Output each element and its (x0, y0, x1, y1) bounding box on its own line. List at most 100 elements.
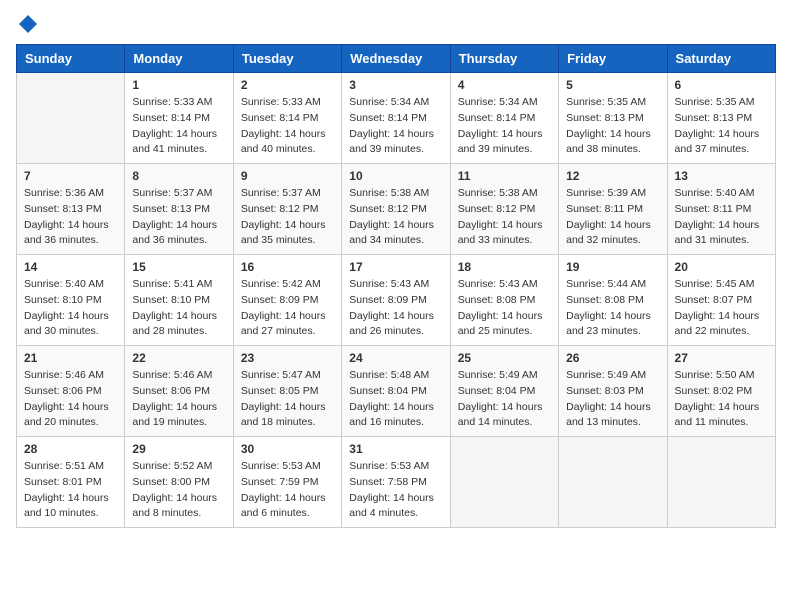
day-info: Sunrise: 5:43 AMSunset: 8:08 PMDaylight:… (458, 277, 551, 340)
sunset-text: Sunset: 8:09 PM (349, 293, 442, 309)
header-day-friday: Friday (559, 45, 667, 73)
sunset-text: Sunset: 8:14 PM (349, 111, 442, 127)
daylight-text: Daylight: 14 hours and 41 minutes. (132, 127, 225, 159)
daylight-text: Daylight: 14 hours and 28 minutes. (132, 309, 225, 341)
sunset-text: Sunset: 8:13 PM (132, 202, 225, 218)
day-info: Sunrise: 5:50 AMSunset: 8:02 PMDaylight:… (675, 368, 768, 431)
sunset-text: Sunset: 8:12 PM (241, 202, 334, 218)
day-info: Sunrise: 5:46 AMSunset: 8:06 PMDaylight:… (24, 368, 117, 431)
day-number: 29 (132, 442, 225, 456)
daylight-text: Daylight: 14 hours and 8 minutes. (132, 491, 225, 523)
daylight-text: Daylight: 14 hours and 14 minutes. (458, 400, 551, 432)
calendar-week-row: 14Sunrise: 5:40 AMSunset: 8:10 PMDayligh… (17, 255, 776, 346)
day-number: 13 (675, 169, 768, 183)
calendar-cell: 15Sunrise: 5:41 AMSunset: 8:10 PMDayligh… (125, 255, 233, 346)
daylight-text: Daylight: 14 hours and 35 minutes. (241, 218, 334, 250)
sunrise-text: Sunrise: 5:43 AM (458, 277, 551, 293)
calendar-week-row: 1Sunrise: 5:33 AMSunset: 8:14 PMDaylight… (17, 73, 776, 164)
sunset-text: Sunset: 7:59 PM (241, 475, 334, 491)
calendar-cell: 20Sunrise: 5:45 AMSunset: 8:07 PMDayligh… (667, 255, 775, 346)
day-number: 30 (241, 442, 334, 456)
sunset-text: Sunset: 8:06 PM (132, 384, 225, 400)
day-number: 10 (349, 169, 442, 183)
day-number: 7 (24, 169, 117, 183)
calendar-cell: 13Sunrise: 5:40 AMSunset: 8:11 PMDayligh… (667, 164, 775, 255)
day-info: Sunrise: 5:53 AMSunset: 7:59 PMDaylight:… (241, 459, 334, 522)
day-number: 19 (566, 260, 659, 274)
sunset-text: Sunset: 8:13 PM (675, 111, 768, 127)
sunset-text: Sunset: 8:14 PM (241, 111, 334, 127)
daylight-text: Daylight: 14 hours and 31 minutes. (675, 218, 768, 250)
calendar-cell: 5Sunrise: 5:35 AMSunset: 8:13 PMDaylight… (559, 73, 667, 164)
day-number: 18 (458, 260, 551, 274)
day-info: Sunrise: 5:49 AMSunset: 8:04 PMDaylight:… (458, 368, 551, 431)
sunrise-text: Sunrise: 5:46 AM (24, 368, 117, 384)
calendar-cell: 25Sunrise: 5:49 AMSunset: 8:04 PMDayligh… (450, 346, 558, 437)
sunrise-text: Sunrise: 5:42 AM (241, 277, 334, 293)
day-info: Sunrise: 5:34 AMSunset: 8:14 PMDaylight:… (458, 95, 551, 158)
sunset-text: Sunset: 8:08 PM (566, 293, 659, 309)
day-number: 15 (132, 260, 225, 274)
sunrise-text: Sunrise: 5:53 AM (241, 459, 334, 475)
daylight-text: Daylight: 14 hours and 22 minutes. (675, 309, 768, 341)
header-day-monday: Monday (125, 45, 233, 73)
daylight-text: Daylight: 14 hours and 26 minutes. (349, 309, 442, 341)
daylight-text: Daylight: 14 hours and 37 minutes. (675, 127, 768, 159)
calendar-cell: 30 Sunrise: 5:53 AMSunset: 7:59 PMDayligh… (233, 437, 341, 528)
day-info: Sunrise: 5:33 AMSunset: 8:14 PMDaylight:… (241, 95, 334, 158)
sunrise-text: Sunrise: 5:40 AM (675, 186, 768, 202)
calendar-cell (559, 437, 667, 528)
header (16, 16, 776, 34)
day-number: 21 (24, 351, 117, 365)
sunrise-text: Sunrise: 5:33 AM (132, 95, 225, 111)
sunrise-text: Sunrise: 5:38 AM (458, 186, 551, 202)
day-info: Sunrise: 5:48 AMSunset: 8:04 PMDaylight:… (349, 368, 442, 431)
sunrise-text: Sunrise: 5:40 AM (24, 277, 117, 293)
calendar-cell: 7Sunrise: 5:36 AMSunset: 8:13 PMDaylight… (17, 164, 125, 255)
daylight-text: Daylight: 14 hours and 19 minutes. (132, 400, 225, 432)
day-info: Sunrise: 5:51 AMSunset: 8:01 PMDaylight:… (24, 459, 117, 522)
sunset-text: Sunset: 8:12 PM (458, 202, 551, 218)
day-info: Sunrise: 5:38 AMSunset: 8:12 PMDaylight:… (349, 186, 442, 249)
daylight-text: Daylight: 14 hours and 11 minutes. (675, 400, 768, 432)
sunset-text: Sunset: 8:13 PM (24, 202, 117, 218)
daylight-text: Daylight: 14 hours and 33 minutes. (458, 218, 551, 250)
day-info: Sunrise: 5:42 AMSunset: 8:09 PMDaylight:… (241, 277, 334, 340)
day-number: 22 (132, 351, 225, 365)
calendar-table: SundayMondayTuesdayWednesdayThursdayFrid… (16, 44, 776, 528)
calendar-cell: 29 Sunrise: 5:52 AMSunset: 8:00 PMDayligh… (125, 437, 233, 528)
day-info: Sunrise: 5:45 AMSunset: 8:07 PMDaylight:… (675, 277, 768, 340)
calendar-header-row: SundayMondayTuesdayWednesdayThursdayFrid… (17, 45, 776, 73)
day-number: 27 (675, 351, 768, 365)
sunrise-text: Sunrise: 5:51 AM (24, 459, 117, 475)
day-number: 3 (349, 78, 442, 92)
header-day-tuesday: Tuesday (233, 45, 341, 73)
sunrise-text: Sunrise: 5:50 AM (675, 368, 768, 384)
calendar-cell: 19Sunrise: 5:44 AMSunset: 8:08 PMDayligh… (559, 255, 667, 346)
header-day-thursday: Thursday (450, 45, 558, 73)
day-number: 16 (241, 260, 334, 274)
calendar-cell: 28Sunrise: 5:51 AMSunset: 8:01 PMDayligh… (17, 437, 125, 528)
sunset-text: Sunset: 8:06 PM (24, 384, 117, 400)
day-info: Sunrise: 5:39 AMSunset: 8:11 PMDaylight:… (566, 186, 659, 249)
header-day-saturday: Saturday (667, 45, 775, 73)
day-info: Sunrise: 5:37 AMSunset: 8:13 PMDaylight:… (132, 186, 225, 249)
logo (16, 16, 38, 34)
day-number: 1 (132, 78, 225, 92)
calendar-cell: 9Sunrise: 5:37 AMSunset: 8:12 PMDaylight… (233, 164, 341, 255)
calendar-cell (17, 73, 125, 164)
daylight-text: Daylight: 14 hours and 4 minutes. (349, 491, 442, 523)
daylight-text: Daylight: 14 hours and 39 minutes. (349, 127, 442, 159)
day-number: 26 (566, 351, 659, 365)
day-info: Sunrise: 5:35 AMSunset: 8:13 PMDaylight:… (675, 95, 768, 158)
daylight-text: Daylight: 14 hours and 25 minutes. (458, 309, 551, 341)
calendar-cell: 17Sunrise: 5:43 AMSunset: 8:09 PMDayligh… (342, 255, 450, 346)
day-info: Sunrise: 5:33 AMSunset: 8:14 PMDaylight:… (132, 95, 225, 158)
calendar-cell: 21 Sunrise: 5:46 AMSunset: 8:06 PMDayligh… (17, 346, 125, 437)
sunrise-text: Sunrise: 5:52 AM (132, 459, 225, 475)
sunrise-text: Sunrise: 5:35 AM (566, 95, 659, 111)
day-info: Sunrise: 5:52 AMSunset: 8:00 PMDaylight:… (132, 459, 225, 522)
sunrise-text: Sunrise: 5:49 AM (566, 368, 659, 384)
day-number: 11 (458, 169, 551, 183)
sunset-text: Sunset: 8:08 PM (458, 293, 551, 309)
